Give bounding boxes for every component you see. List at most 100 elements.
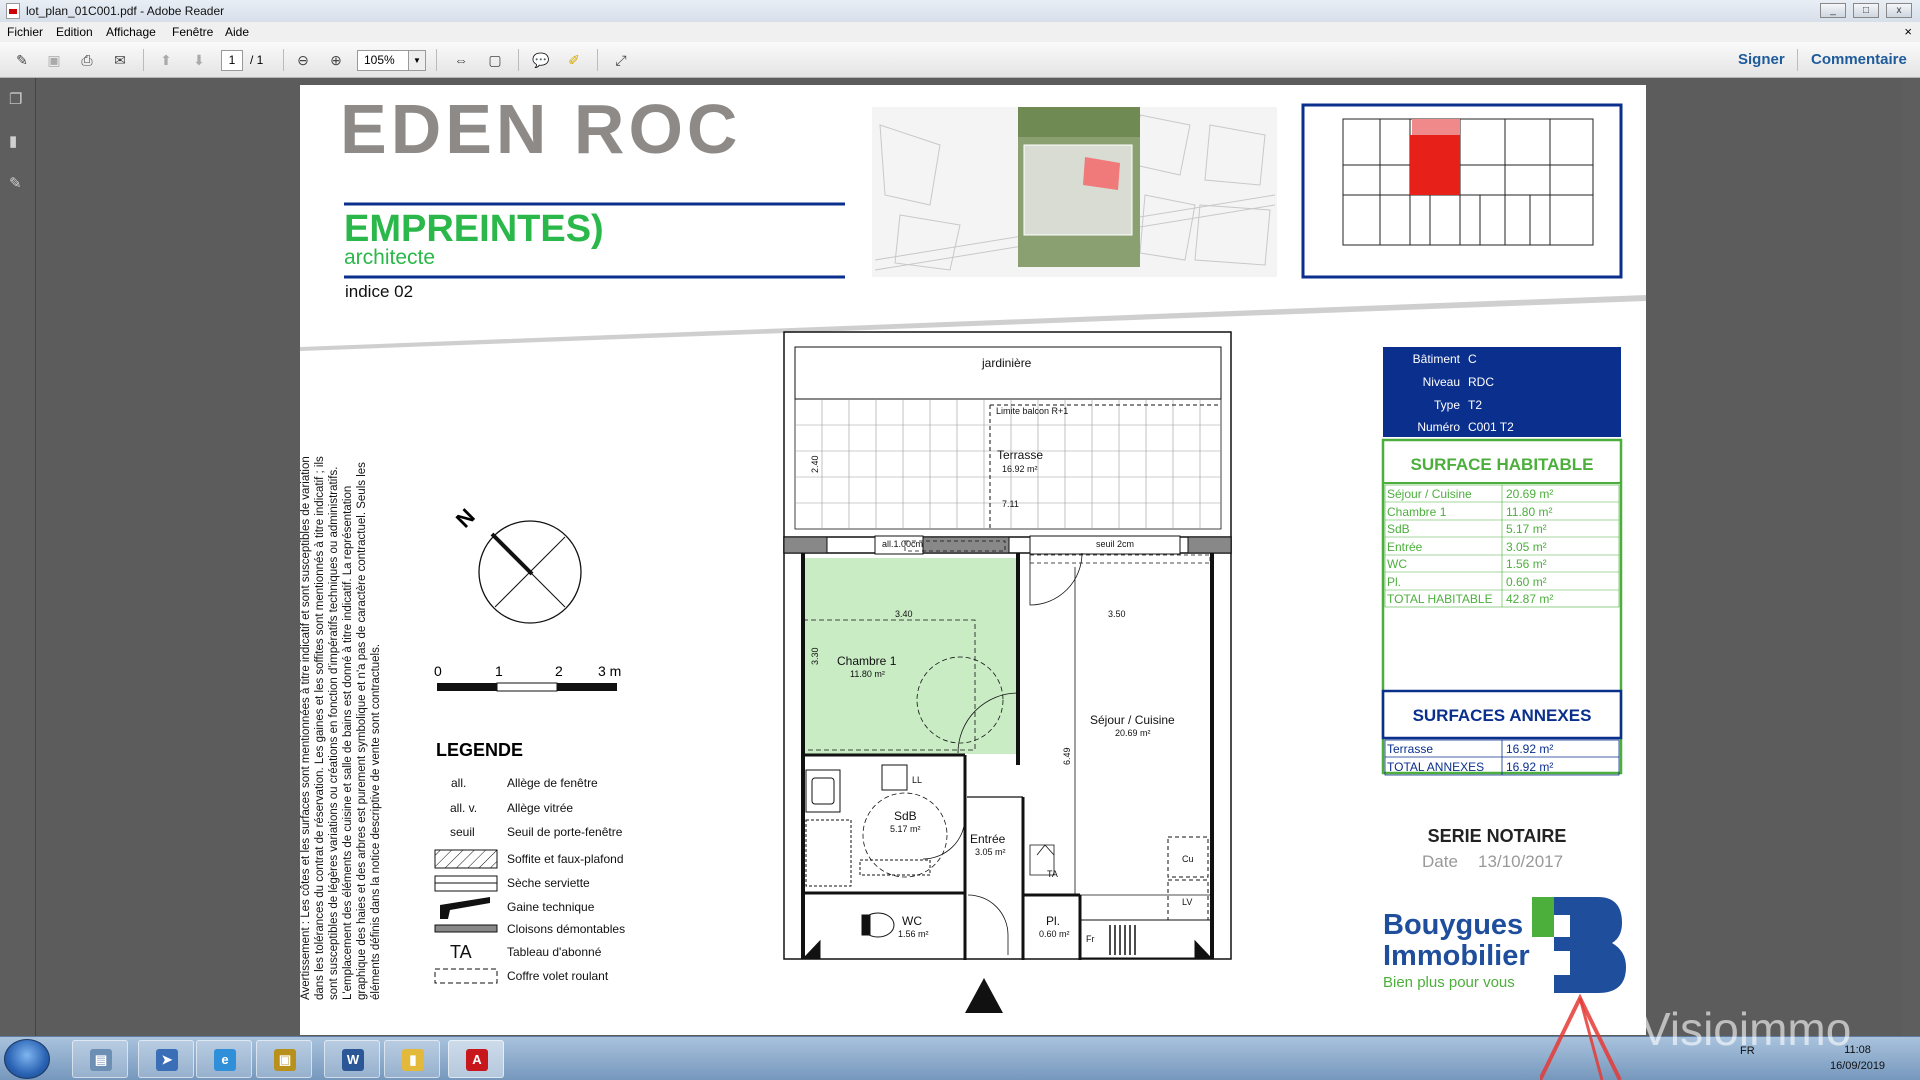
svg-text:2: 2 [555, 663, 563, 679]
entree-label: Entrée [970, 832, 1006, 846]
svg-text:Seuil de porte-fenêtre: Seuil de porte-fenêtre [507, 825, 623, 839]
page-thumbnails-icon[interactable]: ❐ [9, 90, 27, 110]
zoom-input[interactable]: 105% [357, 50, 409, 71]
sticky-note-icon[interactable]: 💬 [530, 50, 552, 70]
entree-area: 3.05 m² [975, 847, 1006, 857]
taskbar-app[interactable]: ➤ [138, 1040, 194, 1078]
taskbar-media[interactable]: ▣ [256, 1040, 312, 1078]
svg-text:Fr: Fr [1086, 934, 1095, 944]
svg-text:Sèche serviette: Sèche serviette [507, 876, 590, 890]
highlight-icon[interactable]: ✐ [563, 50, 585, 70]
svg-text:6.49: 6.49 [1062, 747, 1072, 765]
svg-text:Tableau d'abonné: Tableau d'abonné [507, 945, 602, 959]
maximize-button[interactable]: □ [1853, 3, 1879, 18]
svg-text:T2: T2 [1468, 398, 1482, 412]
svg-text:42.87 m²: 42.87 m² [1506, 592, 1553, 606]
document-close-icon[interactable]: × [1904, 24, 1912, 39]
zoom-out-icon[interactable]: ⊖ [292, 50, 314, 70]
fullscreen-icon[interactable]: ⤢ [610, 50, 632, 70]
svg-text:TOTAL HABITABLE: TOTAL HABITABLE [1387, 592, 1493, 606]
warning-text-container: Avertissement : Les côtes et les surface… [300, 456, 382, 1000]
save-icon[interactable]: ▣ [43, 50, 65, 70]
entrance-arrow-icon [965, 978, 1003, 1013]
wc-label: WC [902, 914, 922, 928]
sdb-area: 5.17 m² [890, 824, 921, 834]
svg-text:0: 0 [434, 663, 442, 679]
window-title: lot_plan_01C001.pdf - Adobe Reader [26, 4, 225, 18]
fit-page-icon[interactable]: ▢ [484, 50, 506, 70]
window-titlebar: lot_plan_01C001.pdf - Adobe Reader _ □ x [0, 0, 1920, 22]
svg-text:Séjour / Cuisine: Séjour / Cuisine [1387, 487, 1472, 501]
svg-text:all.: all. [451, 776, 466, 790]
svg-text:3.50: 3.50 [1108, 609, 1126, 619]
taskbar-word[interactable]: W [324, 1040, 380, 1078]
svg-text:16.92 m²: 16.92 m² [1506, 760, 1553, 774]
svg-text:Terrasse: Terrasse [1387, 742, 1433, 756]
info-table: Bâtiment C Niveau RDC Type T2 Numéro C001 T2… [1381, 347, 1623, 776]
svg-text:C001 T2: C001 T2 [1468, 420, 1514, 434]
svg-text:Immobilier: Immobilier [1383, 940, 1530, 972]
page-number-input[interactable]: 1 [221, 50, 243, 71]
menu-bar: Fichier Edition Affichage Fenêtre Aide × [0, 22, 1920, 42]
svg-text:Bien plus pour vous: Bien plus pour vous [1383, 974, 1515, 991]
surface-habitable-title: SURFACE HABITABLE [1411, 455, 1594, 474]
sejour-area: 20.69 m² [1115, 728, 1151, 738]
vertical-scrollbar[interactable] [1902, 78, 1920, 1036]
zoom-in-icon[interactable]: ⊕ [325, 50, 347, 70]
svg-text:Cu: Cu [1182, 854, 1194, 864]
project-title: EDEN ROC [340, 90, 741, 168]
architect-sub: architecte [344, 246, 435, 269]
svg-text:C: C [1468, 352, 1477, 366]
menu-fenetre[interactable]: Fenêtre [172, 25, 213, 39]
email-icon[interactable]: ✉ [109, 50, 131, 70]
date-label: Date [1422, 852, 1458, 871]
svg-text:Coffre volet roulant: Coffre volet roulant [507, 969, 609, 983]
close-button[interactable]: x [1886, 3, 1912, 18]
svg-text:WC: WC [1387, 557, 1407, 571]
menu-affichage[interactable]: Affichage [106, 25, 156, 39]
menu-fichier[interactable]: Fichier [7, 25, 43, 39]
svg-text:5.17 m²: 5.17 m² [1506, 522, 1547, 536]
sejour-label: Séjour / Cuisine [1090, 713, 1175, 727]
legend-title: LEGENDE [436, 740, 523, 760]
comment-button[interactable]: Commentaire [1811, 51, 1907, 68]
svg-text:3 m: 3 m [598, 663, 621, 679]
pl-label: Pl. [1046, 914, 1060, 928]
svg-text:Entrée: Entrée [1387, 540, 1423, 554]
svg-text:seuil: seuil [450, 825, 475, 839]
svg-text:Allège vitrée: Allège vitrée [507, 801, 573, 815]
attachments-icon[interactable]: ✎ [9, 174, 27, 194]
architect-name: EMPREINTES) [344, 208, 604, 250]
taskbar-explorer[interactable]: ▤ [72, 1040, 128, 1078]
taskbar-folder[interactable]: ▮ [384, 1040, 440, 1078]
bookmarks-icon[interactable]: ▮ [9, 132, 27, 152]
svg-text:3.05 m²: 3.05 m² [1506, 540, 1547, 554]
menu-edition[interactable]: Edition [56, 25, 93, 39]
create-pdf-icon[interactable]: ✎ [11, 50, 33, 70]
start-button[interactable] [4, 1039, 50, 1079]
sign-button[interactable]: Signer [1738, 51, 1785, 68]
svg-text:Soffite et faux-plafond: Soffite et faux-plafond [507, 852, 624, 866]
pl-area: 0.60 m² [1039, 929, 1070, 939]
previous-page-icon[interactable]: ⬆ [155, 50, 177, 70]
svg-text:3.30: 3.30 [810, 647, 820, 665]
zoom-dropdown-icon[interactable]: ▼ [408, 50, 426, 71]
fit-width-icon[interactable]: ⇔ [450, 50, 472, 70]
sdb-label: SdB [894, 809, 917, 823]
print-icon[interactable]: ⎙ [76, 50, 98, 70]
svg-text:7.11: 7.11 [1002, 499, 1019, 509]
wc-area: 1.56 m² [898, 929, 929, 939]
terrasse-area: 16.92 m² [1002, 464, 1038, 474]
svg-text:Chambre 1: Chambre 1 [1387, 505, 1447, 519]
menu-aide[interactable]: Aide [225, 25, 249, 39]
allege-label: all.1.00cm [882, 539, 923, 549]
taskbar-ie[interactable]: e [196, 1040, 252, 1078]
svg-text:16.92 m²: 16.92 m² [1506, 742, 1553, 756]
next-page-icon[interactable]: ⬇ [188, 50, 210, 70]
serie-notaire: SERIE NOTAIRE [1428, 826, 1567, 846]
svg-text:1: 1 [495, 663, 503, 679]
taskbar-adobe-reader[interactable]: A [448, 1040, 504, 1078]
svg-text:0.60 m²: 0.60 m² [1506, 575, 1547, 589]
svg-text:Bouygues: Bouygues [1383, 909, 1523, 941]
minimize-button[interactable]: _ [1820, 3, 1846, 18]
